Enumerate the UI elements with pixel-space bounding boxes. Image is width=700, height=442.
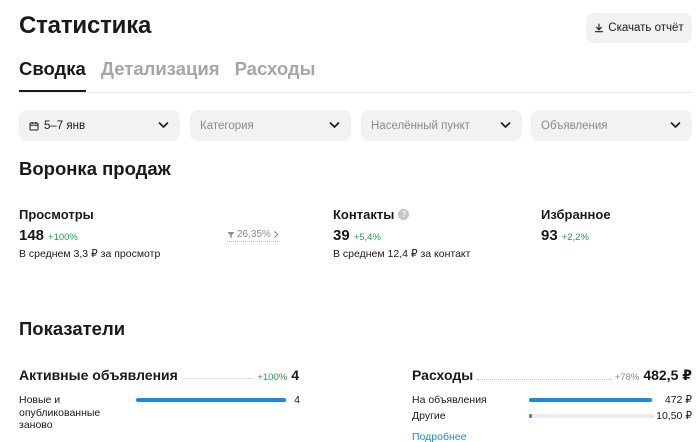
expenses-header: Расходы +78% 482,5 ₽: [412, 367, 692, 384]
category-filter[interactable]: Категория: [190, 110, 351, 141]
funnel-icon: [227, 231, 235, 238]
category-filter-placeholder: Категория: [200, 119, 254, 132]
page-title: Статистика: [19, 12, 152, 39]
date-filter[interactable]: 5–7 янв: [19, 110, 180, 141]
new-listings-bar-fill: [136, 398, 286, 402]
chevron-down-icon: [158, 122, 169, 128]
expenses-delta: +78%: [614, 372, 640, 383]
location-filter-placeholder: Населённый пункт: [371, 119, 470, 132]
favorites-label: Избранное: [541, 207, 611, 222]
conversion-rate[interactable]: 26,35%: [227, 229, 280, 242]
download-report-button[interactable]: Скачать отчёт: [586, 13, 692, 43]
chevron-down-icon: [500, 122, 511, 128]
contacts-delta: +5,4%: [353, 232, 381, 243]
chevron-down-icon: [670, 122, 681, 128]
new-listings-bar: [136, 398, 286, 402]
views-average: В среднем 3,3 ₽ за просмотр: [19, 248, 161, 260]
dotted-leader: [477, 379, 611, 380]
favorites-metric: Избранное 93 +2,2%: [541, 207, 611, 244]
other-expenses-value: 10,50 ₽: [656, 410, 692, 422]
funnel-title: Воронка продаж: [19, 158, 171, 179]
expenses-value: 482,5 ₽: [643, 367, 692, 383]
contacts-metric: Контакты ? 39 +5,4% В среднем 12,4 ₽ за …: [333, 207, 470, 260]
ad-expenses-label: На объявления: [412, 394, 487, 406]
contacts-label: Контакты: [333, 207, 395, 222]
more-details-link[interactable]: Подробнее: [412, 431, 466, 442]
indicators-title: Показатели: [19, 318, 126, 339]
active-listings-header: Активные объявления +100% 4: [19, 367, 299, 383]
location-filter[interactable]: Населённый пункт: [361, 110, 522, 141]
listings-filter[interactable]: Объявления: [531, 110, 692, 141]
conversion-rate-value: 26,35%: [237, 229, 271, 240]
dotted-leader: [181, 378, 254, 379]
new-listings-label: Новые и опубликованные заново: [19, 394, 101, 431]
tab-details[interactable]: Детализация: [101, 58, 220, 92]
views-label: Просмотры: [19, 207, 94, 222]
other-expenses-bar-fill: [529, 414, 532, 418]
tab-expenses[interactable]: Расходы: [235, 58, 316, 92]
help-icon[interactable]: ?: [398, 209, 410, 220]
active-listings-value: 4: [291, 367, 299, 383]
listings-filter-placeholder: Объявления: [541, 119, 608, 132]
chevron-down-icon: [329, 122, 340, 128]
other-expenses-label: Другие: [412, 410, 446, 422]
tab-summary[interactable]: Сводка: [19, 58, 86, 92]
favorites-value: 93: [541, 227, 558, 244]
views-value: 148: [19, 227, 45, 244]
active-listings-title: Активные объявления: [19, 367, 178, 383]
tab-bar: Сводка Детализация Расходы: [19, 58, 315, 92]
new-listings-value: 4: [294, 394, 300, 406]
download-icon: [595, 23, 604, 33]
active-listings-delta: +100%: [257, 372, 288, 383]
views-metric: Просмотры 148 +100% В среднем 3,3 ₽ за п…: [19, 207, 160, 260]
views-delta: +100%: [48, 232, 78, 243]
contacts-value: 39: [333, 227, 350, 244]
expenses-title: Расходы: [412, 367, 474, 383]
favorites-delta: +2,2%: [561, 232, 589, 243]
tabs-divider: [19, 92, 692, 93]
download-report-label: Скачать отчёт: [608, 22, 684, 34]
ad-expenses-value: 472 ₽: [664, 394, 692, 406]
date-filter-value: 5–7 янв: [44, 119, 86, 132]
contacts-average: В среднем 12,4 ₽ за контакт: [333, 248, 471, 260]
chevron-right-icon: [274, 231, 279, 238]
calendar-icon: [29, 121, 39, 130]
